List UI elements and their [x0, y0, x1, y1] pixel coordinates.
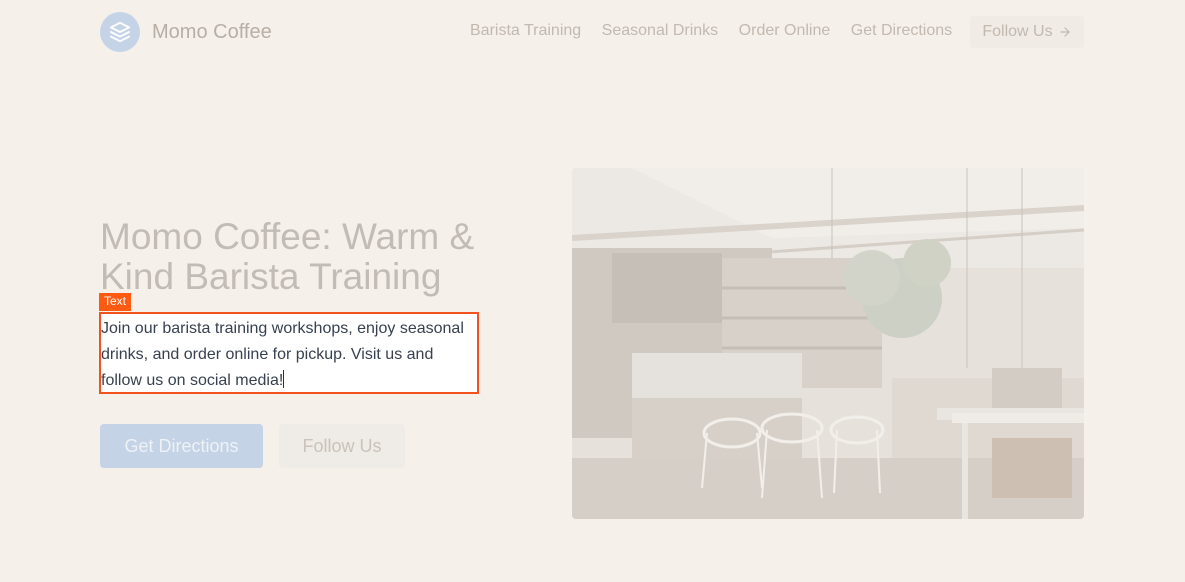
selected-element-tag: Text [99, 293, 132, 311]
hero-description-editor[interactable]: Join our barista training workshops, enj… [99, 312, 479, 394]
nav-link-get-directions[interactable]: Get Directions [851, 21, 952, 41]
nav-links: Barista Training Seasonal Drinks Order O… [470, 21, 973, 41]
hero-title: Momo Coffee: Warm & Kind Barista Trainin… [100, 216, 475, 297]
brand-link[interactable]: Momo Coffee [100, 12, 272, 52]
follow-us-nav-label: Follow Us [982, 23, 1053, 40]
text-caret [283, 370, 285, 388]
get-directions-button[interactable]: Get Directions [100, 424, 263, 468]
follow-us-button[interactable]: Follow Us [279, 424, 405, 468]
layers-icon [100, 12, 140, 52]
top-navigation: Momo Coffee Barista Training Seasonal Dr… [0, 0, 1185, 64]
nav-link-barista-training[interactable]: Barista Training [470, 21, 581, 41]
arrow-right-icon [1058, 25, 1072, 39]
brand-name: Momo Coffee [152, 20, 272, 43]
nav-link-order-online[interactable]: Order Online [739, 21, 831, 41]
nav-link-seasonal-drinks[interactable]: Seasonal Drinks [602, 21, 719, 41]
coffee-shop-interior-image [572, 168, 1084, 519]
follow-us-nav-button[interactable]: Follow Us [970, 16, 1084, 48]
